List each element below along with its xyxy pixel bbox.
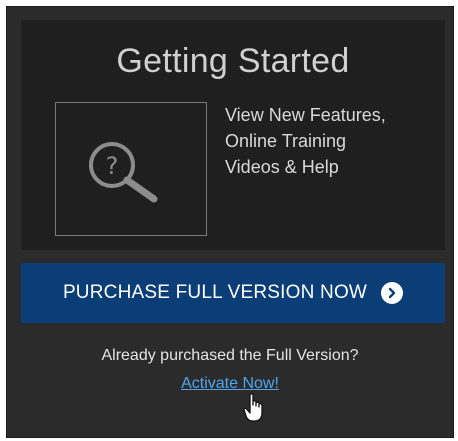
getting-started-card: Getting Started ? View New Features, Onl…: [21, 20, 445, 250]
getting-started-title: Getting Started: [116, 42, 350, 80]
help-description[interactable]: View New Features, Online Training Video…: [225, 102, 435, 180]
help-description-line: Videos & Help: [225, 157, 339, 177]
help-tile[interactable]: ?: [55, 102, 207, 236]
help-description-line: Online Training: [225, 131, 347, 151]
already-purchased-text: Already purchased the Full Version?: [101, 347, 359, 364]
svg-text:?: ?: [106, 152, 119, 180]
magnifier-question-icon: ?: [89, 142, 158, 203]
getting-started-panel: Getting Started ? View New Features, Onl…: [6, 6, 454, 438]
chevron-right-circle-icon: [381, 282, 404, 304]
purchase-full-version-button[interactable]: PURCHASE FULL VERSION NOW: [21, 263, 445, 323]
hand-pointer-icon: [243, 393, 265, 428]
help-description-line: View New Features,: [225, 105, 386, 125]
purchase-button-label: PURCHASE FULL VERSION NOW: [62, 282, 368, 303]
activate-now-link[interactable]: Activate Now!: [181, 375, 279, 392]
activate-now-container: Activate Now!: [7, 375, 453, 393]
